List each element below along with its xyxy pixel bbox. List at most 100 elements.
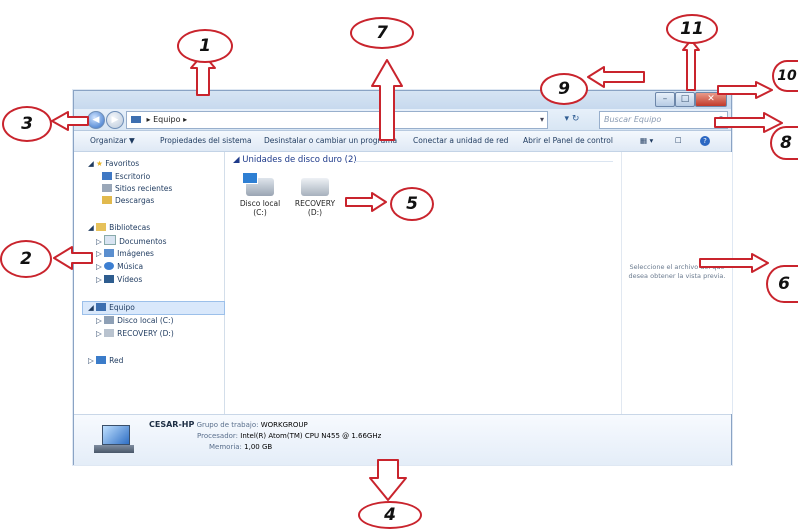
- local-disk-icon: [242, 172, 274, 196]
- drive-item-c[interactable]: Disco local (C:): [235, 172, 285, 217]
- processor-value: Intel(R) Atom(TM) CPU N455 @ 1.66GHz: [240, 432, 382, 440]
- nav-item-recovery[interactable]: ▷ RECOVERY (D:): [96, 328, 174, 340]
- collapse-arrow-icon[interactable]: ◢: [233, 155, 240, 165]
- memory-value: 1,00 GB: [244, 443, 273, 451]
- arrow-11: [682, 39, 700, 91]
- nav-item-label: Imágenes: [117, 249, 154, 258]
- help-icon[interactable]: ?: [700, 131, 710, 151]
- refresh-button[interactable]: ▾ ↻: [550, 111, 594, 127]
- local-disk-icon: [104, 316, 115, 324]
- callout-10: 10: [772, 60, 798, 92]
- group-header-divider: [355, 161, 613, 162]
- workgroup-value: WORKGROUP: [260, 421, 308, 429]
- minimize-button[interactable]: –: [655, 92, 675, 107]
- network-icon: [96, 356, 107, 364]
- view-options-icon[interactable]: ▦ ▾: [640, 131, 653, 151]
- preview-message: Seleccione el archivo del que desea obte…: [628, 263, 726, 280]
- arrow-9: [587, 66, 645, 88]
- drive-label-line2: (C:): [253, 208, 267, 217]
- preview-pane: Seleccione el archivo del que desea obte…: [621, 152, 732, 414]
- nav-item-label: Vídeos: [117, 275, 143, 284]
- expand-arrow-icon[interactable]: ◢: [88, 223, 94, 232]
- address-dropdown-icon[interactable]: ▾: [540, 112, 544, 128]
- nav-item-label: Música: [117, 262, 144, 271]
- close-button[interactable]: ✕: [695, 92, 727, 107]
- computer-info: CESAR-HP Grupo de trabajo: WORKGROUP Pro…: [149, 419, 381, 453]
- drive-label-line1: RECOVERY: [294, 199, 336, 208]
- videos-icon: [104, 275, 115, 283]
- forward-button[interactable]: ▶: [106, 111, 124, 129]
- nav-item-label: Descargas: [115, 196, 155, 205]
- nav-item-descargas[interactable]: Descargas: [102, 195, 154, 207]
- nav-item-label: Escritorio: [115, 172, 151, 181]
- back-button[interactable]: ◀: [87, 111, 105, 129]
- breadcrumb-chevron-icon[interactable]: ▸: [183, 115, 187, 124]
- group-header[interactable]: ◢ Unidades de disco duro (2): [233, 155, 357, 165]
- map-network-drive-button[interactable]: Conectar a unidad de red: [413, 131, 508, 151]
- memory-label: Memoria:: [209, 443, 242, 451]
- search-input[interactable]: Buscar Equipo ⚲: [599, 111, 728, 129]
- callout-6: 6: [766, 265, 798, 303]
- command-bar: Organizar ▼ Propiedades del sistema Desi…: [74, 131, 731, 152]
- nav-network[interactable]: ▷ Red: [88, 355, 123, 367]
- nav-item-label: RECOVERY (D:): [117, 329, 174, 338]
- callout-9: 9: [540, 73, 588, 105]
- pictures-icon: [104, 249, 115, 257]
- computer-name: CESAR-HP: [149, 420, 195, 429]
- title-bar[interactable]: – □ ✕: [74, 91, 731, 109]
- details-pane: CESAR-HP Grupo de trabajo: WORKGROUP Pro…: [74, 414, 731, 465]
- nav-favorites-label: Favoritos: [105, 159, 140, 168]
- nav-item-label: Sitios recientes: [115, 184, 173, 193]
- nav-favorites[interactable]: ◢ ★ Favoritos: [88, 158, 139, 170]
- drive-item-d[interactable]: RECOVERY (D:): [287, 178, 343, 217]
- preview-pane-icon[interactable]: ☐: [675, 131, 682, 151]
- nav-computer-selected[interactable]: ◢ Equipo: [82, 301, 225, 315]
- search-icon: ⚲: [718, 115, 724, 124]
- maximize-button[interactable]: □: [675, 92, 695, 107]
- nav-item-documentos[interactable]: ▷ Documentos: [96, 235, 167, 247]
- nav-item-musica[interactable]: ▷ Música: [96, 261, 143, 273]
- computer-icon: [94, 425, 134, 455]
- group-header-label: Unidades de disco duro (2): [242, 155, 357, 165]
- drive-icon: [104, 329, 115, 337]
- nav-libraries[interactable]: ◢ Bibliotecas: [88, 222, 150, 234]
- nav-item-label: Documentos: [119, 237, 167, 246]
- callout-7: 7: [350, 17, 414, 49]
- downloads-folder-icon: [102, 196, 112, 204]
- nav-item-label: Disco local (C:): [117, 316, 174, 325]
- drive-icon: [301, 178, 329, 196]
- nav-item-imagenes[interactable]: ▷ Imágenes: [96, 248, 154, 260]
- explorer-window: – □ ✕ ◀ ▶ ▸ Equipo ▸ ▾ ▾ ↻ Buscar Equipo…: [73, 90, 732, 465]
- breadcrumb-separator: ▸: [146, 115, 151, 124]
- workgroup-label: Grupo de trabajo:: [196, 421, 259, 429]
- desktop-icon: [102, 172, 112, 180]
- documents-icon: [104, 235, 117, 245]
- expand-arrow-icon[interactable]: ◢: [88, 159, 94, 168]
- breadcrumb-equipo[interactable]: Equipo: [153, 115, 180, 124]
- nav-item-escritorio[interactable]: Escritorio: [102, 171, 150, 183]
- callout-4: 4: [358, 501, 422, 529]
- callout-2: 2: [0, 240, 52, 278]
- open-control-panel-button[interactable]: Abrir el Panel de control: [523, 131, 613, 151]
- expand-arrow-icon[interactable]: ◢: [88, 303, 94, 312]
- address-box[interactable]: ▸ Equipo ▸ ▾: [126, 111, 548, 129]
- callout-11: 11: [666, 14, 718, 44]
- navigation-pane: ◢ ★ Favoritos Escritorio Sitios reciente…: [74, 152, 225, 414]
- nav-item-disco-local[interactable]: ▷ Disco local (C:): [96, 315, 174, 327]
- computer-icon: [96, 303, 107, 311]
- music-icon: [104, 262, 115, 270]
- nav-network-label: Red: [109, 356, 124, 365]
- drive-label-line2: (D:): [307, 208, 323, 217]
- drive-label-line1: Disco local: [239, 199, 281, 208]
- address-bar-row: ◀ ▶ ▸ Equipo ▸ ▾ ▾ ↻ Buscar Equipo ⚲: [74, 109, 731, 131]
- uninstall-program-button[interactable]: Desinstalar o cambiar un programa: [264, 131, 397, 151]
- organize-menu[interactable]: Organizar ▼: [90, 131, 135, 151]
- recent-places-icon: [102, 184, 112, 192]
- nav-item-videos[interactable]: ▷ Vídeos: [96, 274, 142, 286]
- nav-item-sitios-recientes[interactable]: Sitios recientes: [102, 183, 172, 195]
- system-properties-button[interactable]: Propiedades del sistema: [160, 131, 252, 151]
- callout-1: 1: [177, 29, 233, 63]
- nav-computer-label: Equipo: [109, 303, 135, 312]
- callout-8: 8: [770, 126, 798, 160]
- callout-3: 3: [2, 106, 52, 142]
